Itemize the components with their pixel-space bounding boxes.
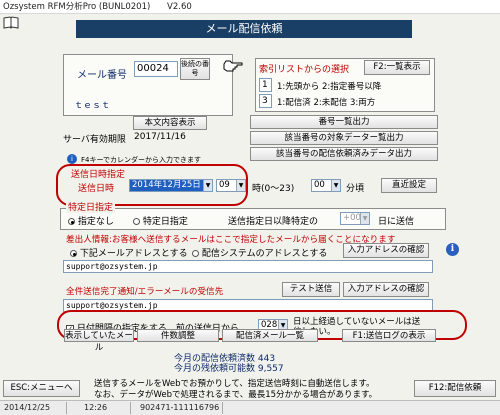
- page-title: メール配信依頼: [76, 20, 412, 38]
- title-bar: Ozsystem RFM分析Pro (BUNL0201) V2.60: [0, 0, 500, 14]
- mail-number-label: メール番号: [77, 70, 127, 81]
- footer-notice-2: なお、データがWebで処理されるまで、最長15分かかる場合があります。: [94, 390, 378, 400]
- index-list-title: 索引リストからの選択: [259, 65, 350, 75]
- completion-confirm-button[interactable]: 入力アドレスの確認: [343, 282, 429, 297]
- status-date: 2014/12/25: [4, 403, 51, 412]
- status-divider: [222, 402, 223, 414]
- show-sent-mail-button[interactable]: 表示していたメール: [64, 329, 134, 353]
- index-row1-num[interactable]: 1: [259, 78, 272, 92]
- specific-date-title: 特定日指定: [66, 200, 116, 213]
- pointing-hand-icon: [223, 60, 243, 72]
- client-area: メール配信依頼 メール番号 00024 後続の番号 ｔｅｓｔ 索引リストからの選…: [0, 14, 500, 400]
- minute-dropdown-icon[interactable]: ▼: [331, 180, 340, 191]
- mail-number-input[interactable]: 00024: [134, 61, 178, 77]
- completion-title: 全件送信完了通知/エラーメールの受信先: [66, 287, 224, 297]
- radio-on-icon[interactable]: [68, 218, 75, 225]
- send-hour-select[interactable]: 09 ▼: [216, 179, 246, 192]
- app-version: V2.60: [167, 2, 192, 12]
- next-number-button[interactable]: 後続の番号: [180, 58, 210, 80]
- opt-none-radio[interactable]: 指定なし: [68, 214, 114, 227]
- book-icon[interactable]: [3, 16, 19, 29]
- mail-subject: ｔｅｓｔ: [74, 101, 111, 111]
- index-row2-text: 1:配信済 2:未配信 3:両方: [277, 98, 376, 108]
- calendar-dropdown-icon[interactable]: ▼: [203, 180, 212, 191]
- info-icon[interactable]: i: [446, 243, 459, 256]
- f1-log-button[interactable]: F1:送信ログの表示: [342, 329, 436, 342]
- index-row2-num[interactable]: 3: [259, 94, 272, 108]
- sender-address-input[interactable]: support@ozsystem.jp: [63, 260, 433, 273]
- request-data-output-button[interactable]: 該当番号の配信依頼済みデータ出力: [250, 147, 438, 161]
- send-datetime-label: 送信日時: [78, 184, 115, 194]
- hour-dropdown-icon[interactable]: ▼: [236, 180, 245, 191]
- sender-confirm-button[interactable]: 入力アドレスの確認: [343, 243, 429, 258]
- opt-specific-radio[interactable]: 特定日指定: [133, 214, 188, 227]
- day-dropdown-icon[interactable]: ▼: [360, 213, 369, 224]
- after-date-label: 送信指定日以降特定の: [228, 217, 319, 227]
- index-row1-text: 1:先頭から 2:指定番号以降: [277, 82, 382, 92]
- status-time: 12:26: [84, 403, 108, 412]
- count-adjust-button[interactable]: 件数調整: [137, 329, 219, 342]
- hour-range-label: 時(0～23): [252, 184, 295, 194]
- radio-off-icon[interactable]: [133, 218, 140, 225]
- server-expiry-label: サーバ有効期限: [63, 135, 126, 145]
- status-divider: [66, 402, 67, 414]
- app-window: Ozsystem RFM分析Pro (BUNL0201) V2.60 メール配信…: [0, 0, 500, 415]
- schedule-title: 送信日時指定: [71, 170, 126, 180]
- sender-opt-below-radio[interactable]: 下記メールアドレスとする: [70, 246, 188, 259]
- specific-day-select[interactable]: +00 ▼: [340, 212, 370, 225]
- app-title: Ozsystem RFM分析Pro (BUNL0201): [3, 2, 151, 12]
- body-content-button[interactable]: 本文内容表示: [133, 116, 207, 130]
- monthly-remaining: 今月の残依頼可能数 9,557: [174, 364, 284, 374]
- recent-setting-button[interactable]: 直近設定: [381, 178, 437, 193]
- radio-on-icon[interactable]: [70, 250, 77, 257]
- send-date-picker[interactable]: 2014年12月25日 ▼: [129, 179, 213, 192]
- f4-hint-icon: i: [67, 154, 77, 164]
- number-list-output-button[interactable]: 番号一覧出力: [250, 115, 438, 129]
- sender-opt-system-radio[interactable]: 配信システムのアドレスとする: [192, 246, 327, 259]
- f12-request-button[interactable]: F12:配信依頼: [414, 380, 496, 397]
- status-code: 902471-111116796: [140, 403, 220, 412]
- status-divider: [130, 402, 131, 414]
- status-bar: 2014/12/25 12:26 902471-111116796: [0, 400, 500, 415]
- esc-menu-button[interactable]: ESC:メニューへ: [3, 380, 80, 397]
- f2-list-button[interactable]: F2:一覧表示: [364, 60, 430, 75]
- minute-label: 分頃: [346, 184, 365, 194]
- radio-off-icon[interactable]: [192, 250, 199, 257]
- server-expiry-value: 2017/11/16: [134, 132, 186, 142]
- send-minute-select[interactable]: 00 ▼: [311, 179, 341, 192]
- after-date-suffix: 日に送信: [378, 217, 415, 227]
- test-send-button[interactable]: テスト送信: [282, 282, 340, 297]
- target-data-output-button[interactable]: 該当番号の対象データー覧出力: [250, 131, 438, 145]
- delivery-list-button[interactable]: 配信済メール一覧: [222, 329, 318, 342]
